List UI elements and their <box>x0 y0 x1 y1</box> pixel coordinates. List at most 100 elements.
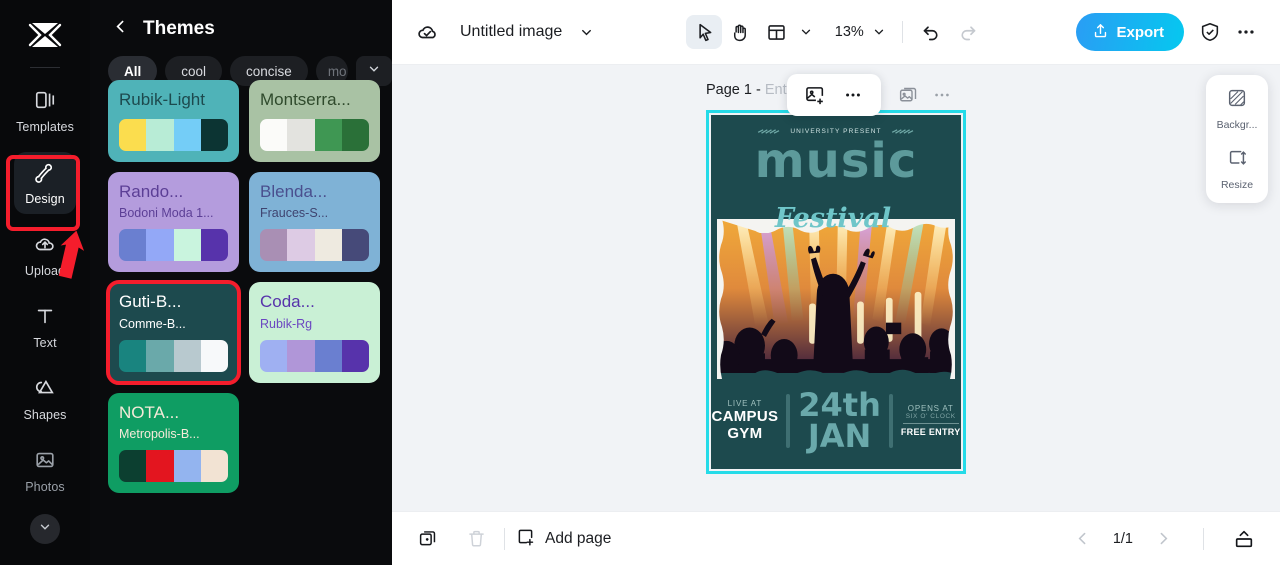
layout-caret-icon[interactable] <box>794 15 818 49</box>
theme-swatches <box>119 339 228 372</box>
sidebar-item-templates[interactable]: Templates <box>14 80 76 142</box>
pager-divider <box>1203 527 1204 550</box>
zoom-level[interactable]: 13% <box>832 24 866 40</box>
sidebar-item-label: Upload <box>24 263 66 278</box>
sidebar-item-upload[interactable]: Upload <box>14 224 76 286</box>
shield-check-icon[interactable] <box>1192 15 1228 49</box>
zoom-caret-icon[interactable] <box>866 15 892 49</box>
theme-swatches <box>260 339 369 372</box>
canvas-area[interactable]: Page 1 - Enter page name <box>392 65 1280 511</box>
theme-swatches <box>119 229 228 262</box>
poster-page[interactable]: UNIVERSITY PRESENT music Festival LIVE A… <box>706 110 966 474</box>
duplicate-image-icon[interactable] <box>898 85 919 111</box>
bottom-divider <box>504 527 505 550</box>
sidebar-item-label: Text <box>33 335 57 350</box>
themes-panel: Themes All cool concise mo Rubik-Light Mo… <box>90 0 392 565</box>
poster-subtitle: Festival <box>774 203 892 234</box>
theme-card[interactable]: Blenda... Frauces-S... <box>249 171 380 273</box>
poster-date-block: 24th JAN <box>798 389 881 452</box>
toolbar-divider <box>902 21 904 43</box>
bottom-bar: Add page 1/1 <box>392 511 1280 565</box>
theme-card-font: Metropolis-B... <box>119 427 200 442</box>
add-page-label: Add page <box>545 529 612 547</box>
text-icon <box>34 305 56 332</box>
theme-swatches <box>260 229 369 262</box>
page-more-button[interactable] <box>932 85 952 110</box>
add-page-icon <box>515 526 536 552</box>
sidebar-item-shapes[interactable]: Shapes <box>14 368 76 430</box>
export-button[interactable]: Export <box>1076 13 1184 51</box>
page-pager: 1/1 <box>1065 522 1262 556</box>
resize-icon <box>1226 147 1248 174</box>
photos-icon <box>34 449 56 476</box>
add-image-icon[interactable] <box>799 79 831 111</box>
main-area: Untitled image 13% Export Page 1 - Enter… <box>392 0 1280 565</box>
prev-page-button[interactable] <box>1065 522 1101 556</box>
swatch <box>287 229 315 262</box>
chevron-down-icon <box>38 520 52 539</box>
duplicate-page-button[interactable] <box>410 522 446 556</box>
swatch <box>200 229 228 262</box>
theme-card-title: Guti-B... <box>119 292 182 312</box>
sidebar-item-design[interactable]: Design <box>14 152 76 214</box>
expand-sidebar-button[interactable] <box>30 514 60 544</box>
document-name[interactable]: Untitled image <box>460 23 562 41</box>
tool-layout-button[interactable] <box>758 15 794 49</box>
swatch <box>173 339 201 372</box>
live-at-label: LIVE AT <box>727 398 763 408</box>
chevron-down-icon[interactable] <box>568 15 604 49</box>
theme-card-font: Frauces-S... <box>260 206 329 221</box>
sidebar-item-label: Design <box>25 191 65 206</box>
delete-page-button[interactable] <box>458 522 494 556</box>
swatch <box>173 229 201 262</box>
poster-canvas[interactable]: UNIVERSITY PRESENT music Festival LIVE A… <box>711 115 961 469</box>
swatch <box>200 118 228 151</box>
torn-edge-bottom <box>717 369 955 379</box>
swatch <box>341 118 369 151</box>
theme-card-title: Blenda... <box>260 181 328 201</box>
theme-card-title: NOTA... <box>119 402 180 422</box>
background-button[interactable]: Backgr... <box>1217 87 1257 131</box>
tool-hand-button[interactable] <box>722 15 758 49</box>
cloud-saved-icon[interactable] <box>410 15 446 49</box>
sidebar-item-text[interactable]: Text <box>14 296 76 358</box>
upload-cloud-icon <box>34 233 56 260</box>
tool-select-button[interactable] <box>686 15 723 49</box>
swatch <box>314 339 342 372</box>
sidebar-item-photos[interactable]: Photos <box>14 440 76 502</box>
design-icon <box>34 161 56 188</box>
next-page-button[interactable] <box>1145 522 1181 556</box>
swatch <box>119 339 147 372</box>
swatch <box>146 118 174 151</box>
rail-divider <box>30 67 60 68</box>
theme-swatches <box>119 118 228 151</box>
theme-card[interactable]: Rubik-Light <box>108 80 239 162</box>
redo-button[interactable] <box>949 15 985 49</box>
background-pattern-icon <box>1226 87 1248 114</box>
undo-button[interactable] <box>913 15 949 49</box>
capcut-logo-icon[interactable] <box>22 12 68 58</box>
theme-card-font: Comme-B... <box>119 316 186 331</box>
top-toolbar: Untitled image 13% Export <box>392 0 1280 65</box>
theme-card[interactable]: NOTA... Metropolis-B... <box>108 392 239 494</box>
more-options-button[interactable] <box>1228 15 1264 49</box>
theme-card[interactable]: Montserra... <box>249 80 380 162</box>
collapse-panel-button[interactable] <box>1226 522 1262 556</box>
theme-card[interactable]: Rando... Bodoni Moda 1... <box>108 171 239 273</box>
swatch <box>341 229 369 262</box>
theme-card[interactable]: Guti-B... Comme-B... <box>106 280 241 385</box>
add-page-button[interactable]: Add page <box>515 526 611 552</box>
swatch <box>260 118 288 151</box>
back-button[interactable] <box>112 18 129 40</box>
poster-venue-block: LIVE AT CAMPUS GYM <box>711 399 778 443</box>
swatch <box>287 118 315 151</box>
venue-line-1: CAMPUS <box>711 407 779 425</box>
resize-button[interactable]: Resize <box>1221 147 1253 191</box>
swatch <box>200 450 228 483</box>
element-more-button[interactable] <box>837 79 869 111</box>
canvas-tools-panel: Backgr... Resize <box>1206 75 1268 203</box>
floating-element-toolbar <box>787 74 881 116</box>
theme-card[interactable]: Coda... Rubik-Rg <box>249 282 380 383</box>
app-root: Templates Design Upload Text Shapes Phot… <box>0 0 1280 565</box>
swatch <box>260 339 288 372</box>
